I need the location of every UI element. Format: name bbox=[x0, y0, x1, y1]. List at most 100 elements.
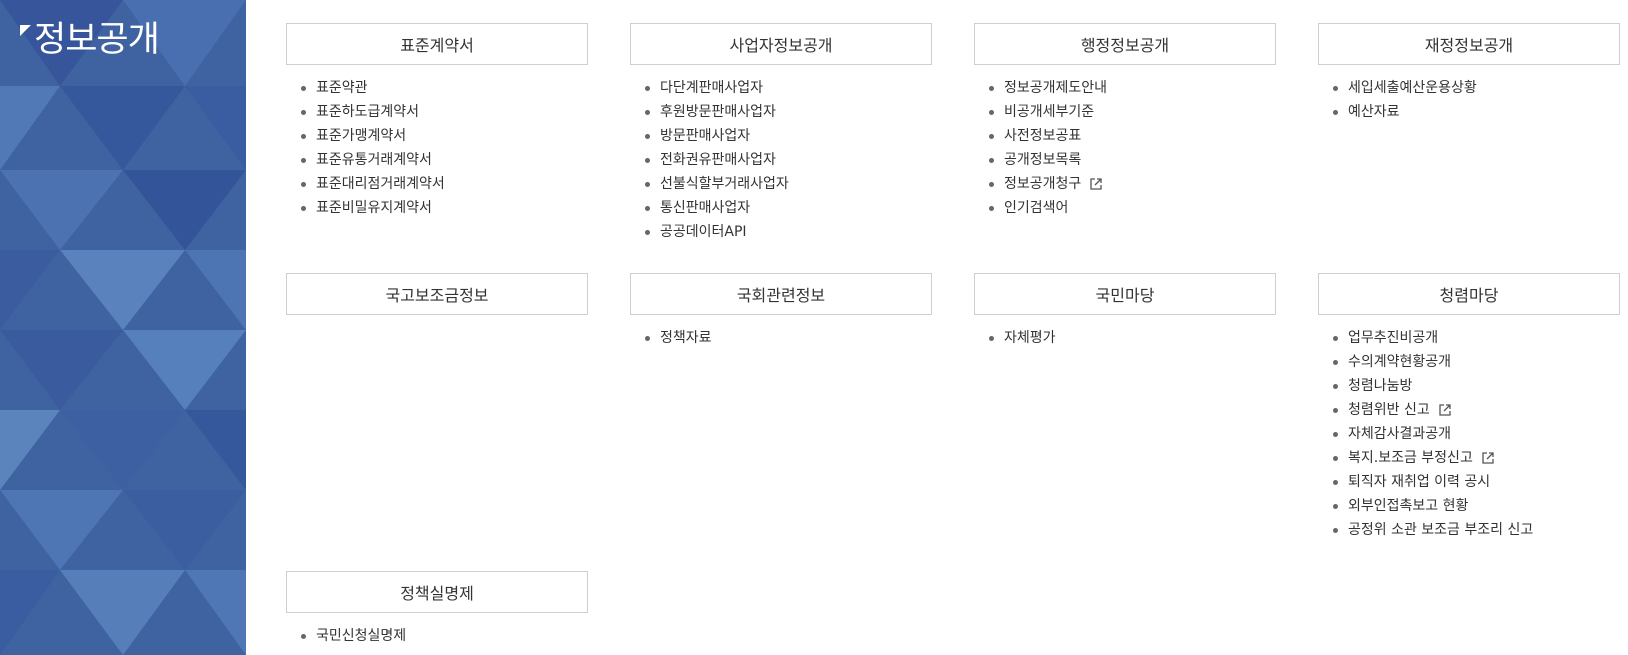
list-item[interactable]: 공공데이터API bbox=[644, 220, 932, 244]
list-item[interactable]: 방문판매사업자 bbox=[644, 124, 932, 148]
list-item-label: 표준하도급계약서 bbox=[316, 104, 420, 120]
list-item-label: 표준유통거래계약서 bbox=[316, 152, 432, 168]
corner-mark-icon bbox=[20, 25, 31, 36]
list-item-label: 표준약관 bbox=[316, 80, 368, 96]
list-item-label: 통신판매사업자 bbox=[660, 200, 751, 216]
list-item[interactable]: 청렴나눔방 bbox=[1332, 374, 1620, 398]
list-item[interactable]: 다단계판매사업자 bbox=[644, 76, 932, 100]
section-list: 세입세출예산운용상황예산자료 bbox=[1318, 65, 1620, 124]
list-item-label: 국민신청실명제 bbox=[316, 628, 407, 644]
list-item-label: 정보공개청구 bbox=[1004, 176, 1082, 192]
section-header[interactable]: 국고보조금정보 bbox=[286, 273, 588, 315]
list-item[interactable]: 선불식할부거래사업자 bbox=[644, 172, 932, 196]
list-item[interactable]: 자체평가 bbox=[988, 326, 1276, 350]
list-item[interactable]: 표준비밀유지계약서 bbox=[300, 196, 588, 220]
list-item-label: 정보공개제도안내 bbox=[1004, 80, 1108, 96]
list-item[interactable]: 자체감사결과공개 bbox=[1332, 422, 1620, 446]
section-0: 표준계약서표준약관표준하도급계약서표준가맹계약서표준유통거래계약서표준대리점거래… bbox=[286, 23, 588, 220]
external-link-icon bbox=[1439, 404, 1451, 416]
list-item[interactable]: 후원방문판매사업자 bbox=[644, 100, 932, 124]
list-item[interactable]: 통신판매사업자 bbox=[644, 196, 932, 220]
section-list: 표준약관표준하도급계약서표준가맹계약서표준유통거래계약서표준대리점거래계약서표준… bbox=[286, 65, 588, 220]
list-item-label: 세입세출예산운용상황 bbox=[1348, 80, 1477, 96]
list-item-label: 공정위 소관 보조금 부조리 신고 bbox=[1348, 522, 1534, 538]
section-header[interactable]: 청렴마당 bbox=[1318, 273, 1620, 315]
list-item[interactable]: 인기검색어 bbox=[988, 196, 1276, 220]
list-item-label: 정책자료 bbox=[660, 330, 712, 346]
section-7: 청렴마당업무추진비공개수의계약현황공개청렴나눔방청렴위반 신고자체감사결과공개복… bbox=[1318, 273, 1620, 542]
list-item-label: 다단계판매사업자 bbox=[660, 80, 764, 96]
section-header[interactable]: 재정정보공개 bbox=[1318, 23, 1620, 65]
list-item-label: 인기검색어 bbox=[1004, 200, 1069, 216]
section-1: 사업자정보공개다단계판매사업자후원방문판매사업자방문판매사업자전화권유판매사업자… bbox=[630, 23, 932, 244]
list-item[interactable]: 세입세출예산운용상황 bbox=[1332, 76, 1620, 100]
list-item[interactable]: 표준유통거래계약서 bbox=[300, 148, 588, 172]
list-item[interactable]: 업무추진비공개 bbox=[1332, 326, 1620, 350]
list-item-label: 후원방문판매사업자 bbox=[660, 104, 776, 120]
section-list: 정책자료 bbox=[630, 315, 932, 350]
section-list: 정보공개제도안내비공개세부기준사전정보공표공개정보목록정보공개청구인기검색어 bbox=[974, 65, 1276, 220]
external-link-icon bbox=[1090, 178, 1102, 190]
list-item[interactable]: 표준하도급계약서 bbox=[300, 100, 588, 124]
list-item[interactable]: 표준가맹계약서 bbox=[300, 124, 588, 148]
list-item-label: 비공개세부기준 bbox=[1004, 104, 1095, 120]
list-item[interactable]: 정책자료 bbox=[644, 326, 932, 350]
list-item-label: 청렴위반 신고 bbox=[1348, 402, 1430, 418]
list-item[interactable]: 공개정보목록 bbox=[988, 148, 1276, 172]
external-link-icon bbox=[1482, 452, 1494, 464]
section-2: 행정정보공개정보공개제도안내비공개세부기준사전정보공표공개정보목록정보공개청구인… bbox=[974, 23, 1276, 220]
list-item-label: 공공데이터API bbox=[660, 224, 747, 240]
list-item[interactable]: 정보공개청구 bbox=[988, 172, 1276, 196]
sitemap-content: 표준계약서표준약관표준하도급계약서표준가맹계약서표준유통거래계약서표준대리점거래… bbox=[246, 0, 1628, 655]
list-item-label: 외부인접촉보고 현황 bbox=[1348, 498, 1469, 514]
section-list: 다단계판매사업자후원방문판매사업자방문판매사업자전화권유판매사업자선불식할부거래… bbox=[630, 65, 932, 244]
section-header[interactable]: 정책실명제 bbox=[286, 571, 588, 613]
list-item-label: 사전정보공표 bbox=[1004, 128, 1082, 144]
sidebar-title: 정보공개 bbox=[20, 18, 160, 62]
list-item[interactable]: 외부인접촉보고 현황 bbox=[1332, 494, 1620, 518]
list-item[interactable]: 비공개세부기준 bbox=[988, 100, 1276, 124]
list-item[interactable]: 예산자료 bbox=[1332, 100, 1620, 124]
list-item[interactable]: 국민신청실명제 bbox=[300, 624, 588, 648]
list-item-label: 수의계약현황공개 bbox=[1348, 354, 1452, 370]
list-item[interactable]: 표준약관 bbox=[300, 76, 588, 100]
sidebar-banner: 정보공개 bbox=[0, 0, 246, 655]
page-title: 정보공개 bbox=[34, 20, 160, 60]
section-4: 국고보조금정보 bbox=[286, 273, 588, 326]
section-list: 업무추진비공개수의계약현황공개청렴나눔방청렴위반 신고자체감사결과공개복지.보조… bbox=[1318, 315, 1620, 542]
section-header[interactable]: 행정정보공개 bbox=[974, 23, 1276, 65]
section-6: 국민마당자체평가 bbox=[974, 273, 1276, 350]
list-item[interactable]: 청렴위반 신고 bbox=[1332, 398, 1620, 422]
list-item[interactable]: 퇴직자 재취업 이력 공시 bbox=[1332, 470, 1620, 494]
section-8: 정책실명제국민신청실명제 bbox=[286, 571, 588, 648]
list-item-label: 복지.보조금 부정신고 bbox=[1348, 450, 1473, 466]
section-list: 자체평가 bbox=[974, 315, 1276, 350]
list-item-label: 표준대리점거래계약서 bbox=[316, 176, 445, 192]
list-item[interactable]: 전화권유판매사업자 bbox=[644, 148, 932, 172]
section-header[interactable]: 국민마당 bbox=[974, 273, 1276, 315]
section-header[interactable]: 사업자정보공개 bbox=[630, 23, 932, 65]
list-item[interactable]: 복지.보조금 부정신고 bbox=[1332, 446, 1620, 470]
section-header[interactable]: 표준계약서 bbox=[286, 23, 588, 65]
list-item-label: 방문판매사업자 bbox=[660, 128, 751, 144]
section-header[interactable]: 국회관련정보 bbox=[630, 273, 932, 315]
list-item[interactable]: 수의계약현황공개 bbox=[1332, 350, 1620, 374]
section-5: 국회관련정보정책자료 bbox=[630, 273, 932, 350]
list-item-label: 퇴직자 재취업 이력 공시 bbox=[1348, 474, 1491, 490]
list-item[interactable]: 공정위 소관 보조금 부조리 신고 bbox=[1332, 518, 1620, 542]
list-item-label: 업무추진비공개 bbox=[1348, 330, 1439, 346]
section-3: 재정정보공개세입세출예산운용상황예산자료 bbox=[1318, 23, 1620, 124]
list-item-label: 전화권유판매사업자 bbox=[660, 152, 776, 168]
section-list: 국민신청실명제 bbox=[286, 613, 588, 648]
list-item-label: 자체감사결과공개 bbox=[1348, 426, 1452, 442]
list-item[interactable]: 표준대리점거래계약서 bbox=[300, 172, 588, 196]
list-item[interactable]: 사전정보공표 bbox=[988, 124, 1276, 148]
list-item-label: 공개정보목록 bbox=[1004, 152, 1082, 168]
triangle-pattern bbox=[0, 0, 246, 655]
list-item-label: 표준비밀유지계약서 bbox=[316, 200, 432, 216]
list-item[interactable]: 정보공개제도안내 bbox=[988, 76, 1276, 100]
list-item-label: 자체평가 bbox=[1004, 330, 1056, 346]
list-item-label: 표준가맹계약서 bbox=[316, 128, 407, 144]
list-item-label: 청렴나눔방 bbox=[1348, 378, 1413, 394]
section-list bbox=[286, 315, 588, 326]
